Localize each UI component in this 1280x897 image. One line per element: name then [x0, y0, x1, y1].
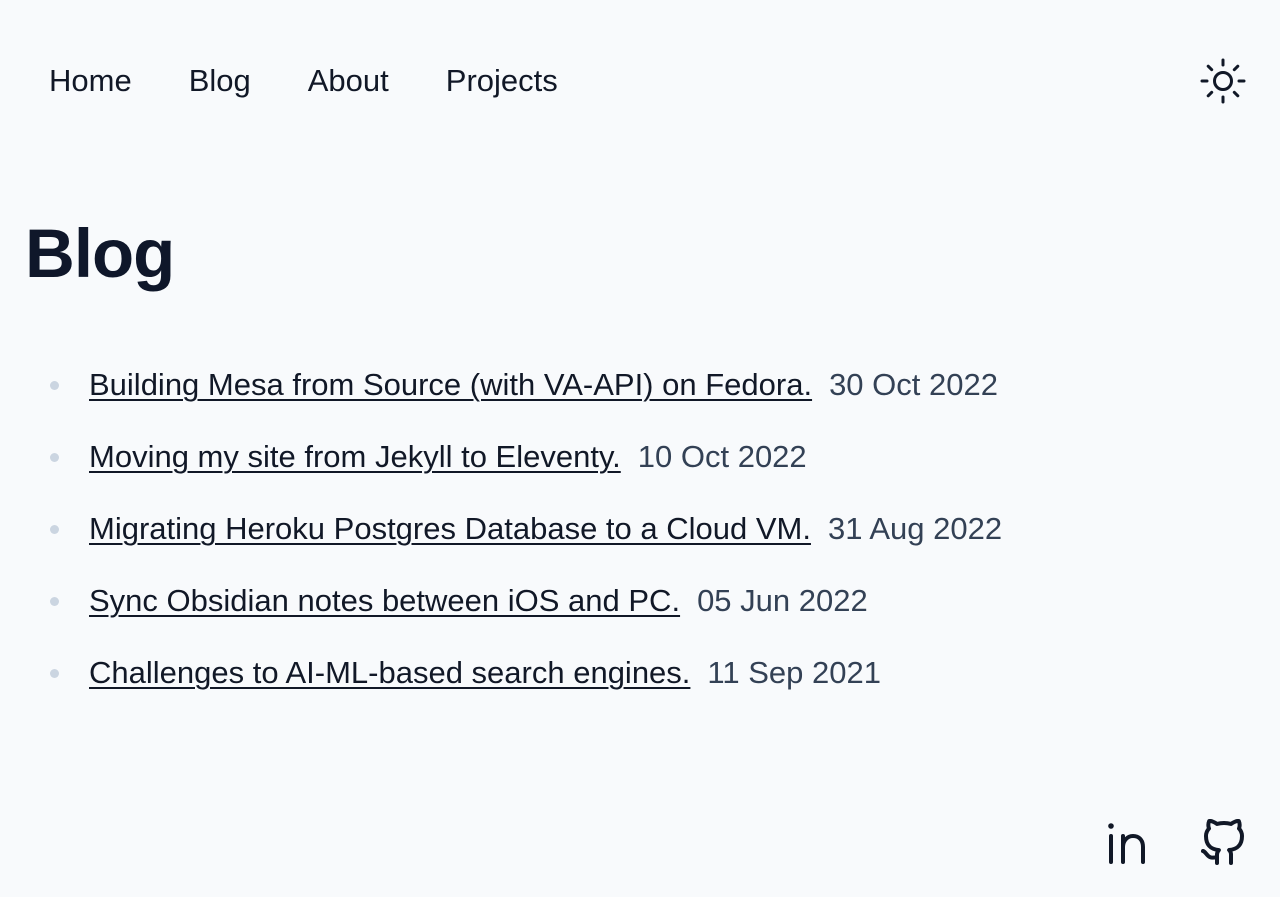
post-title: Sync Obsidian notes between iOS and PC. — [89, 583, 681, 618]
post-title: Challenges to AI-ML-based search engines… — [89, 655, 691, 690]
nav-projects[interactable]: Projects — [446, 60, 558, 102]
page-title: Blog — [25, 215, 175, 292]
post-title: Building Mesa from Source (with VA-API) … — [89, 367, 813, 402]
nav-blog[interactable]: Blog — [189, 60, 251, 102]
sun-icon — [1200, 58, 1246, 104]
linkedin-link[interactable] — [1102, 818, 1152, 868]
post-title: Moving my site from Jekyll to Eleventy. — [89, 439, 621, 474]
post-link[interactable]: Building Mesa from Source (with VA-API) … — [89, 365, 998, 405]
bullet-icon — [50, 597, 59, 606]
post-date: 31 Aug 2022 — [827, 511, 1003, 546]
post-title: Migrating Heroku Postgres Database to a … — [89, 511, 811, 546]
post-date: 11 Sep 2021 — [707, 655, 881, 690]
main-nav: Home Blog About Projects — [49, 60, 558, 102]
nav-home[interactable]: Home — [49, 60, 132, 102]
theme-toggle-button[interactable] — [1199, 57, 1247, 105]
post-link[interactable]: Sync Obsidian notes between iOS and PC. 0… — [89, 581, 868, 621]
post-date: 10 Oct 2022 — [637, 439, 807, 474]
nav-about[interactable]: About — [308, 60, 389, 102]
bullet-icon — [50, 525, 59, 534]
github-icon — [1201, 819, 1244, 865]
post-link[interactable]: Migrating Heroku Postgres Database to a … — [89, 509, 1002, 549]
post-date: 30 Oct 2022 — [829, 367, 998, 402]
linkedin-icon — [1108, 823, 1145, 864]
github-link[interactable] — [1198, 818, 1248, 868]
bullet-icon — [50, 669, 59, 678]
post-link[interactable]: Moving my site from Jekyll to Eleventy. 1… — [89, 437, 807, 477]
bullet-icon — [50, 453, 59, 462]
post-date: 05 Jun 2022 — [697, 583, 868, 618]
bullet-icon — [50, 381, 59, 390]
post-link[interactable]: Challenges to AI-ML-based search engines… — [89, 653, 881, 693]
